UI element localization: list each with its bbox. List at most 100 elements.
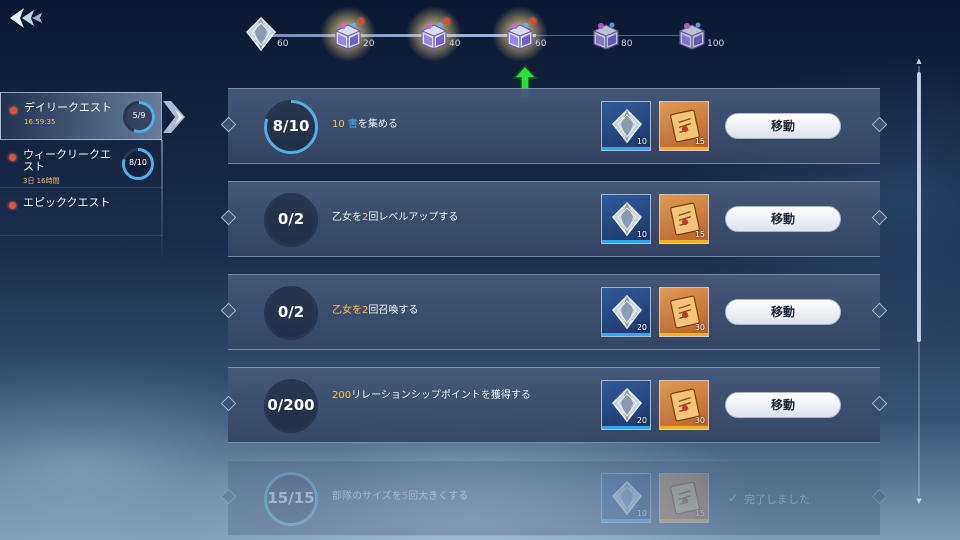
chest-icon	[588, 16, 624, 52]
notification-dot	[10, 107, 17, 114]
quest-progress-ring: 0/2	[263, 192, 319, 248]
move-button[interactable]: 移動	[725, 206, 841, 232]
reward-rarity-bar	[602, 426, 650, 429]
milestone-label: 80	[621, 39, 633, 49]
milestone-label: 60	[277, 39, 289, 49]
sidebar-progress-text: 8/10	[129, 158, 147, 167]
milestone-3[interactable]: 60	[492, 6, 562, 62]
quest-description-part: 200	[332, 390, 352, 401]
sidebar-item-daily[interactable]: デイリークエスト 16:59:35 5/9	[0, 92, 185, 140]
reward-scroll[interactable]: 15	[659, 101, 709, 151]
reward-quantity: 20	[636, 323, 647, 332]
reward-rarity-bar	[660, 333, 708, 336]
sidebar-item-timer: 16:59:35	[24, 118, 56, 126]
back-button[interactable]	[6, 4, 44, 32]
quest-progress-ring: 0/2	[263, 285, 319, 341]
sidebar-item-weekly[interactable]: ウィークリークエスト 3日 16時間 8/10	[0, 140, 162, 188]
quest-progress-text: 0/2	[277, 210, 305, 228]
milestone-label: 60	[535, 39, 547, 49]
reward-quantity: 15	[694, 230, 705, 239]
quest-description-part: 乙女を	[332, 305, 362, 316]
quest-description: 部隊のサイズを5回大きくする	[332, 491, 547, 502]
reward-crystal[interactable]: 10	[601, 473, 651, 523]
reward-crystal[interactable]: 10	[601, 194, 651, 244]
reward-rarity-bar	[602, 240, 650, 243]
quest-description-part: 乙女を	[332, 212, 362, 223]
milestone-5[interactable]: 100	[674, 12, 734, 56]
milestone-2[interactable]: 40	[406, 6, 476, 62]
notification-dot	[9, 202, 16, 209]
milestone-4[interactable]: 80	[588, 12, 648, 56]
quest-description-part: 回レベルアップする	[368, 212, 459, 223]
quest-description-part: 部隊のサイズを	[332, 491, 402, 502]
quest-progress-text: 0/2	[277, 303, 305, 321]
selected-indicator-icon	[163, 99, 189, 135]
quest-card: 0/2 乙女を2回レベルアップする 10 15 移動	[228, 181, 880, 257]
move-button[interactable]: 移動	[725, 392, 841, 418]
sidebar-progress-ring: 8/10	[121, 147, 155, 181]
check-icon: ✓	[728, 491, 739, 505]
completed-label: 完了しました	[744, 493, 810, 506]
quest-description-part: 10	[332, 119, 348, 130]
back-arrow-icon	[10, 8, 42, 28]
reward-scroll[interactable]: 30	[659, 287, 709, 337]
quest-card: 8/10 10 書を集める 10 15 移動	[228, 88, 880, 164]
reward-rarity-bar	[660, 426, 708, 429]
quest-progress-ring: 8/10	[263, 99, 319, 155]
notification-dot	[444, 18, 450, 24]
sidebar-rail	[161, 140, 163, 260]
quest-card: 0/2 乙女を2回召喚する 20 30 移動	[228, 274, 880, 350]
reward-quantity: 20	[636, 416, 647, 425]
quest-list-scrollbar[interactable]: ▲ ▼	[915, 57, 923, 505]
reward-quantity: 10	[636, 230, 647, 239]
quest-description-part: リレーションシップポイントを獲得する	[351, 390, 531, 401]
move-button[interactable]: 移動	[725, 113, 841, 139]
quest-progress-text: 0/200	[267, 396, 315, 414]
quest-progress-text: 8/10	[272, 117, 310, 135]
reward-quantity: 15	[694, 137, 705, 146]
reward-quantity: 30	[694, 323, 705, 332]
sidebar-item-label: エピッククエスト	[23, 196, 111, 209]
reward-quantity: 15	[694, 509, 705, 518]
reward-quantity: 10	[636, 509, 647, 518]
sidebar-item-label: ウィークリークエスト	[23, 148, 111, 173]
reward-rarity-bar	[602, 519, 650, 522]
reward-scroll[interactable]: 15	[659, 194, 709, 244]
sidebar-item-epic[interactable]: エピッククエスト	[0, 188, 162, 236]
quest-progress-text: 15/15	[267, 489, 315, 507]
quest-description: 乙女を2回召喚する	[332, 305, 547, 316]
sidebar-item-label: デイリークエスト	[24, 101, 112, 114]
milestone-label: 100	[707, 39, 725, 49]
sidebar-progress-text: 5/9	[132, 111, 146, 120]
quest-progress-ring: 0/200	[263, 378, 319, 434]
reward-rarity-bar	[602, 333, 650, 336]
scroll-thumb[interactable]	[917, 72, 921, 342]
reward-rarity-bar	[602, 147, 650, 150]
milestone-0[interactable]: 60	[244, 12, 304, 56]
reward-scroll[interactable]: 30	[659, 380, 709, 430]
chest-icon	[674, 16, 710, 52]
quest-category-sidebar: デイリークエスト 16:59:35 5/9 ウィークリークエスト 3日 16時間 8/10…	[0, 92, 185, 260]
sidebar-progress-ring: 5/9	[122, 100, 156, 134]
quest-description-part: 回大きくする	[408, 491, 469, 502]
reward-crystal[interactable]: 20	[601, 380, 651, 430]
quest-description-part: を集める	[357, 119, 398, 130]
reward-crystal[interactable]: 10	[601, 101, 651, 151]
quest-description-part: 回召喚する	[368, 305, 419, 316]
reward-quantity: 30	[694, 416, 705, 425]
reward-rarity-bar	[660, 519, 708, 522]
reward-scroll[interactable]: 15	[659, 473, 709, 523]
reward-quantity: 10	[636, 137, 647, 146]
reward-crystal[interactable]: 20	[601, 287, 651, 337]
crystal-icon	[244, 16, 280, 52]
quest-description-part: 書	[347, 119, 358, 130]
scroll-up-icon: ▲	[916, 57, 922, 65]
quest-card: 15/15 部隊のサイズを5回大きくする 10 15 ✓ 完了しました	[228, 460, 880, 536]
quest-description: 乙女を2回レベルアップする	[332, 212, 547, 223]
notification-dot	[9, 154, 16, 161]
move-button[interactable]: 移動	[725, 299, 841, 325]
notification-dot	[530, 18, 536, 24]
milestone-1[interactable]: 20	[320, 6, 390, 62]
quest-description: 200リレーションシップポイントを獲得する	[332, 390, 547, 401]
progress-track: 60 20 40 60 80 100	[244, 6, 744, 62]
